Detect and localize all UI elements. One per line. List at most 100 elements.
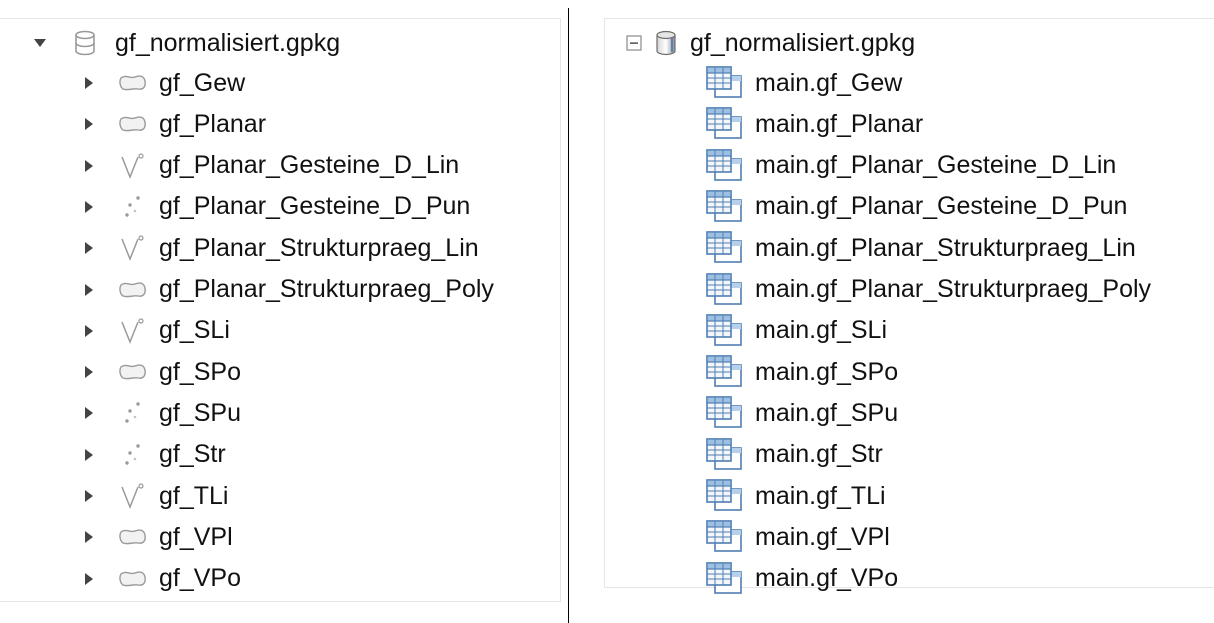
layer-item[interactable]: gf_Planar_Strukturpraeg_Lin: [82, 228, 479, 268]
table-icon: [705, 148, 745, 184]
expand-arrow-right-icon[interactable]: [82, 159, 96, 173]
qgis-browser-tree-panel: gf_normalisiert.gpkg gf_Gew gf_Planar gf_Pl…: [0, 18, 561, 602]
table-label: main.gf_Gew: [755, 68, 903, 97]
db-manager-tree-panel: gf_normalisiert.gpkg main.gf_Gew main.gf_P…: [604, 18, 1214, 594]
tree-root-row[interactable]: gf_normalisiert.gpkg: [626, 23, 915, 63]
layer-label: gf_SPu: [159, 398, 242, 427]
expand-arrow-right-icon[interactable]: [82, 283, 96, 297]
table-icon: [705, 230, 745, 266]
layer-label: gf_SLi: [159, 316, 230, 345]
layer-label: gf_SPo: [159, 357, 242, 386]
layer-label: gf_Planar_Gesteine_D_Pun: [159, 192, 471, 221]
expand-arrow-right-icon[interactable]: [82, 241, 96, 255]
line-layer-icon: [117, 317, 149, 345]
polygon-layer-icon: [117, 72, 149, 94]
layer-item[interactable]: gf_Gew: [82, 63, 245, 103]
collapse-minus-icon[interactable]: [626, 35, 642, 51]
expand-arrow-right-icon[interactable]: [82, 489, 96, 503]
tree-root-row[interactable]: gf_normalisiert.gpkg: [33, 23, 340, 63]
table-label: main.gf_SPo: [755, 357, 899, 386]
polygon-layer-icon: [117, 361, 149, 383]
line-layer-icon: [117, 482, 149, 510]
table-icon: [705, 561, 745, 597]
table-item[interactable]: main.gf_VPo: [705, 559, 898, 599]
layer-label: gf_VPo: [159, 564, 242, 593]
table-label: main.gf_SLi: [755, 316, 888, 345]
table-icon: [705, 313, 745, 349]
table-label: main.gf_Planar: [755, 109, 924, 138]
layer-item[interactable]: gf_VPo: [82, 559, 241, 599]
table-item[interactable]: main.gf_SPo: [705, 352, 898, 392]
layer-label: gf_VPl: [159, 522, 233, 551]
table-item[interactable]: main.gf_Planar_Gesteine_D_Lin: [705, 146, 1116, 186]
layer-item[interactable]: gf_Planar_Gesteine_D_Lin: [82, 146, 459, 186]
point-layer-icon: [117, 441, 149, 469]
expand-arrow-right-icon[interactable]: [82, 365, 96, 379]
layer-item[interactable]: gf_SPo: [82, 352, 241, 392]
table-label: main.gf_VPo: [755, 564, 899, 593]
table-item[interactable]: main.gf_Str: [705, 435, 883, 475]
line-layer-icon: [117, 234, 149, 262]
expand-arrow-right-icon[interactable]: [82, 324, 96, 338]
point-layer-icon: [117, 193, 149, 221]
expand-arrow-right-icon[interactable]: [82, 117, 96, 131]
table-icon: [705, 478, 745, 514]
table-icon: [705, 395, 745, 431]
layer-label: gf_Planar: [159, 109, 267, 138]
layer-label: gf_Planar_Strukturpraeg_Lin: [159, 233, 479, 262]
layer-label: gf_TLi: [159, 481, 229, 510]
polygon-layer-icon: [117, 526, 149, 548]
layer-label: gf_Planar_Strukturpraeg_Poly: [159, 275, 494, 303]
tree-root-label: gf_normalisiert.gpkg: [115, 28, 341, 57]
table-icon: [705, 189, 745, 225]
layer-item[interactable]: gf_Planar_Strukturpraeg_Poly: [82, 270, 494, 310]
layer-item[interactable]: gf_SPu: [82, 393, 241, 433]
expand-arrow-right-icon[interactable]: [82, 200, 96, 214]
table-label: main.gf_Planar_Gesteine_D_Lin: [755, 151, 1117, 180]
table-item[interactable]: main.gf_Gew: [705, 63, 902, 103]
tree-root-label: gf_normalisiert.gpkg: [690, 28, 916, 57]
panel-divider: [568, 8, 569, 623]
database-icon: [73, 30, 97, 56]
table-item[interactable]: main.gf_Planar_Strukturpraeg_Poly: [705, 270, 1151, 310]
layer-label: gf_Gew: [159, 68, 246, 97]
table-item[interactable]: main.gf_Planar_Gesteine_D_Pun: [705, 187, 1127, 227]
line-layer-icon: [117, 152, 149, 180]
table-item[interactable]: main.gf_SPu: [705, 393, 898, 433]
table-item[interactable]: main.gf_Planar_Strukturpraeg_Lin: [705, 228, 1136, 268]
table-icon: [705, 519, 745, 555]
expand-arrow-right-icon[interactable]: [82, 76, 96, 90]
expand-arrow-down-icon[interactable]: [33, 36, 47, 50]
table-item[interactable]: main.gf_TLi: [705, 476, 886, 516]
layer-item[interactable]: gf_TLi: [82, 476, 228, 516]
table-item[interactable]: main.gf_VPl: [705, 517, 890, 557]
table-icon: [705, 272, 745, 308]
polygon-layer-icon: [117, 279, 149, 301]
layer-label: gf_Str: [159, 440, 226, 469]
layer-item[interactable]: gf_Planar: [82, 104, 266, 144]
layer-item[interactable]: gf_SLi: [82, 311, 230, 351]
expand-arrow-right-icon[interactable]: [82, 406, 96, 420]
layer-item[interactable]: gf_VPl: [82, 517, 233, 557]
polygon-layer-icon: [117, 113, 149, 135]
table-item[interactable]: main.gf_SLi: [705, 311, 887, 351]
database-cylinder-icon: [654, 30, 678, 56]
layer-item[interactable]: gf_Str: [82, 435, 226, 475]
table-label: main.gf_Planar_Gesteine_D_Pun: [755, 192, 1128, 221]
table-icon: [705, 106, 745, 142]
table-label: main.gf_Planar_Strukturpraeg_Lin: [755, 233, 1136, 262]
expand-arrow-right-icon[interactable]: [82, 530, 96, 544]
point-layer-icon: [117, 399, 149, 427]
table-label: main.gf_VPl: [755, 522, 890, 551]
table-icon: [705, 437, 745, 473]
table-label: main.gf_SPu: [755, 398, 899, 427]
table-icon: [705, 354, 745, 390]
expand-arrow-right-icon[interactable]: [82, 572, 96, 586]
layer-item[interactable]: gf_Planar_Gesteine_D_Pun: [82, 187, 470, 227]
expand-arrow-right-icon[interactable]: [82, 448, 96, 462]
table-item[interactable]: main.gf_Planar: [705, 104, 923, 144]
table-label: main.gf_Planar_Strukturpraeg_Poly: [755, 275, 1152, 303]
layer-label: gf_Planar_Gesteine_D_Lin: [159, 151, 460, 180]
polygon-layer-icon: [117, 568, 149, 590]
table-label: main.gf_TLi: [755, 481, 886, 510]
